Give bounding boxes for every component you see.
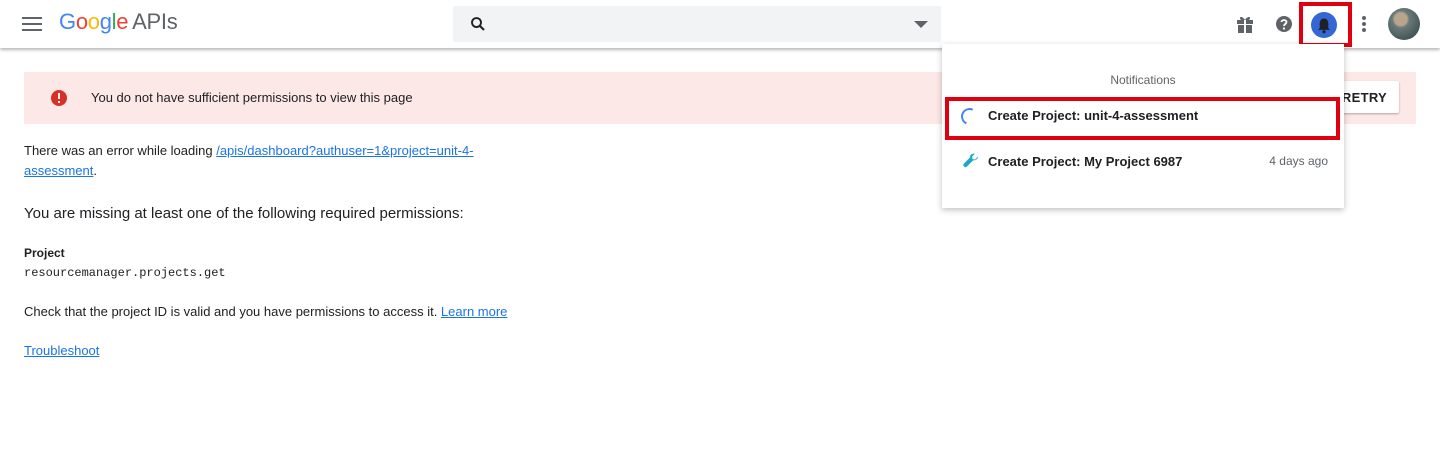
bell-icon <box>1318 18 1330 34</box>
spinner-icon <box>958 105 981 128</box>
learn-more-link[interactable]: Learn more <box>441 304 507 319</box>
error-icon <box>51 90 67 106</box>
project-label: Project <box>24 246 65 260</box>
notifications-title: Notifications <box>1110 73 1176 87</box>
notification-item[interactable]: Create Project: unit-4-assessment <box>942 96 1344 136</box>
logo-letter: e <box>116 9 129 34</box>
logo-suffix: APIs <box>132 9 178 34</box>
error-suffix: . <box>93 163 97 178</box>
more-options-icon[interactable] <box>1352 12 1376 36</box>
banner-message: You do not have sufficient permissions t… <box>91 90 413 105</box>
error-prefix: There was an error while loading <box>24 143 217 158</box>
avatar[interactable] <box>1388 8 1420 40</box>
logo-letter: o <box>87 9 100 34</box>
main-content: There was an error while loading /apis/d… <box>24 141 924 358</box>
search-input[interactable] <box>499 6 899 42</box>
check-text: Check that the project ID is valid and y… <box>24 304 441 319</box>
google-apis-logo[interactable]: Google APIs <box>59 9 178 35</box>
missing-permissions-heading: You are missing at least one of the foll… <box>24 205 464 222</box>
logo-letter: o <box>75 9 88 34</box>
top-app-bar: Google APIs <box>0 0 1440 48</box>
wrench-icon <box>963 153 978 168</box>
notification-item[interactable]: Create Project: My Project 6987 4 days a… <box>942 142 1344 182</box>
notification-time: 4 days ago <box>1269 154 1328 168</box>
gift-icon[interactable] <box>1233 12 1257 36</box>
hamburger-menu-icon[interactable] <box>14 8 50 40</box>
search-dropdown-icon[interactable] <box>914 21 928 28</box>
permission-name: resourcemanager.projects.get <box>24 266 226 280</box>
error-loading-text: There was an error while loading /apis/d… <box>24 141 484 181</box>
notification-name: Create Project: My Project 6987 <box>988 154 1183 169</box>
check-project-text: Check that the project ID is valid and y… <box>24 304 924 319</box>
logo-letter: g <box>99 9 112 34</box>
help-icon[interactable] <box>1272 12 1296 36</box>
notification-name: Create Project: unit-4-assessment <box>988 108 1199 123</box>
logo-letter: G <box>59 9 76 34</box>
search-bar[interactable] <box>453 6 941 42</box>
troubleshoot-link[interactable]: Troubleshoot <box>24 343 99 358</box>
notifications-panel: Notifications Create Project: unit-4-ass… <box>942 44 1344 208</box>
search-icon <box>471 17 485 31</box>
notifications-highlight <box>1299 2 1352 47</box>
notifications-button[interactable] <box>1311 12 1337 38</box>
